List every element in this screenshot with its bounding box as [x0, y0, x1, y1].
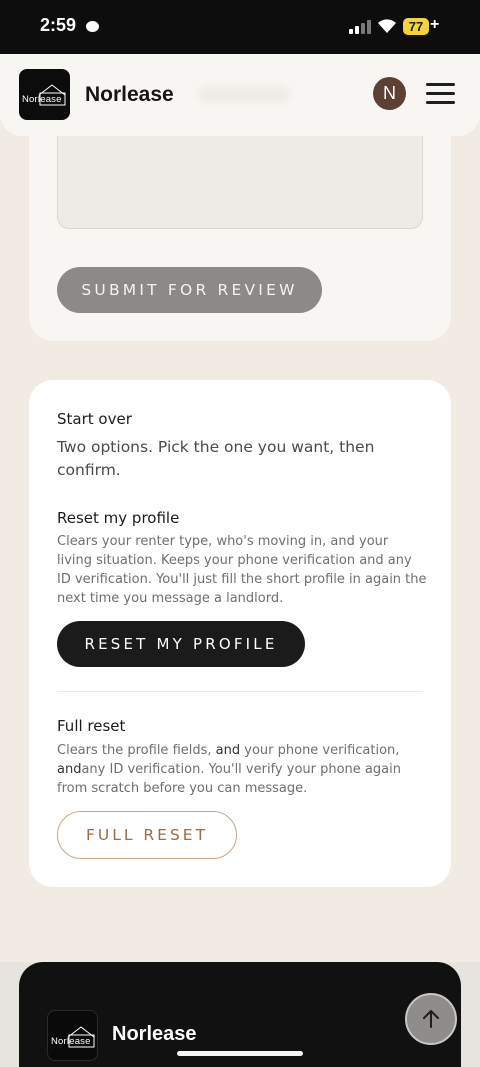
full-reset-button[interactable]: FULL RESET — [57, 811, 237, 859]
brand-name[interactable]: Norlease — [85, 83, 174, 107]
footer-logo-text: Norlease — [51, 1036, 91, 1047]
start-over-title: Start over — [57, 410, 132, 428]
battery-indicator: 77 — [403, 18, 429, 35]
charging-icon: + — [430, 16, 440, 33]
footer-brand-name[interactable]: Norlease — [112, 1023, 197, 1046]
avatar[interactable]: N — [373, 77, 406, 110]
site-header: Norlease Norlease N — [0, 54, 480, 136]
logo-text: Norlease — [22, 94, 62, 105]
hamburger-icon[interactable] — [426, 83, 455, 105]
reset-profile-title: Reset my profile — [57, 509, 180, 527]
footer-logo[interactable]: Norlease — [47, 1010, 98, 1061]
full-reset-description: Clears the profile fields, and your phon… — [57, 743, 401, 796]
scroll-to-top-button[interactable] — [405, 993, 457, 1045]
wifi-icon — [378, 19, 396, 33]
review-card: SUBMIT FOR REVIEW — [29, 110, 451, 341]
header-blur — [198, 85, 290, 103]
full-reset-title: Full reset — [57, 717, 126, 735]
start-over-card: Start over Two options. Pick the one you… — [29, 380, 451, 887]
chat-bubble-icon — [86, 21, 99, 32]
divider — [57, 691, 423, 692]
arrow-up-icon — [423, 1010, 439, 1028]
status-bar: 2:59 77 + — [0, 0, 480, 54]
reset-profile-description: Clears your renter type, who's moving in… — [57, 534, 427, 606]
signal-icon — [349, 20, 371, 34]
logo[interactable]: Norlease — [19, 69, 70, 120]
start-over-description: Two options. Pick the one you want, then… — [57, 438, 375, 479]
submit-for-review-button[interactable]: SUBMIT FOR REVIEW — [57, 267, 322, 313]
reset-my-profile-button[interactable]: RESET MY PROFILE — [57, 621, 305, 667]
home-indicator — [177, 1051, 303, 1056]
status-time: 2:59 — [40, 15, 77, 35]
